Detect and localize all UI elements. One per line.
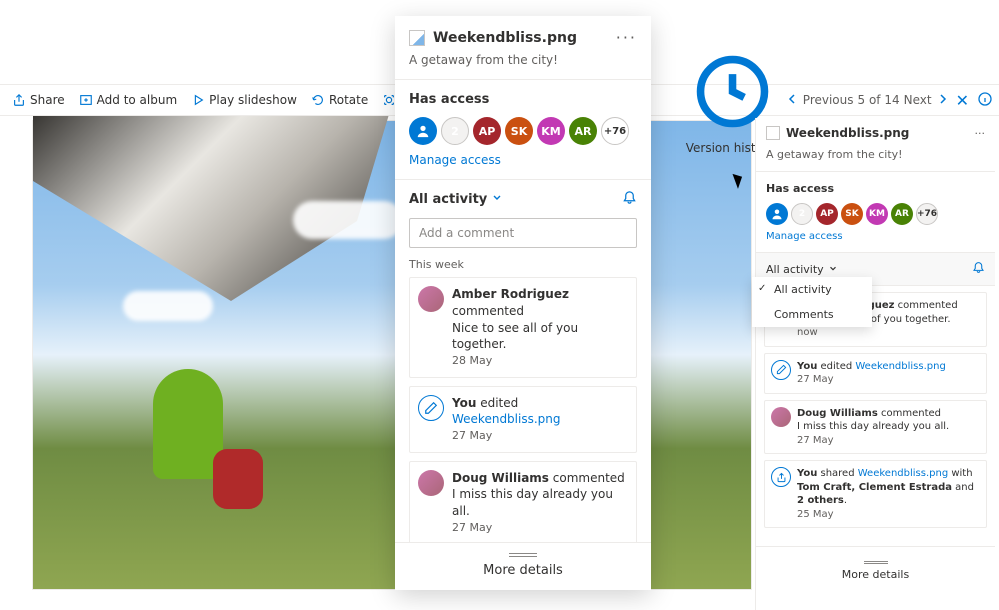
- add-album-label: Add to album: [97, 93, 178, 107]
- activity-filter-dropdown[interactable]: All activity: [766, 263, 838, 276]
- access-section: Has access 2APSKKMAR+76 Manage access: [395, 80, 651, 180]
- backpack-graphic: [213, 449, 263, 509]
- avatar[interactable]: KM: [866, 203, 888, 225]
- avatar[interactable]: SK: [841, 203, 863, 225]
- avatar[interactable]: AR: [569, 117, 597, 145]
- dropdown-item[interactable]: All activity: [752, 277, 872, 302]
- access-title: Has access: [409, 92, 637, 107]
- avatar[interactable]: [409, 117, 437, 145]
- slideshow-label: Play slideshow: [209, 93, 297, 107]
- activity-item[interactable]: You edited Weekendbliss.png27 May: [409, 386, 637, 453]
- pencil-icon: [418, 395, 444, 421]
- cloud-graphic: [293, 201, 403, 239]
- avatar[interactable]: AP: [473, 117, 501, 145]
- previous-label: Previous: [803, 93, 854, 107]
- dropdown-item[interactable]: Comments: [752, 302, 872, 327]
- activity-body: You edited Weekendbliss.png27 May: [452, 395, 628, 444]
- more-menu-button[interactable]: ···: [975, 127, 986, 140]
- add-to-album-button[interactable]: Add to album: [73, 84, 184, 116]
- details-panel-large: Weekendbliss.png ··· A getaway from the …: [395, 16, 651, 590]
- more-details-button[interactable]: More details: [395, 542, 651, 590]
- cursor-icon: [735, 172, 747, 190]
- activity-item[interactable]: You edited Weekendbliss.png27 May: [764, 353, 987, 394]
- file-name: Weekendbliss.png: [433, 30, 608, 46]
- activity-body: You shared Weekendbliss.png with Tom Cra…: [797, 467, 980, 521]
- avatar[interactable]: [766, 203, 788, 225]
- activity-item[interactable]: You shared Weekendbliss.png with Tom Cra…: [764, 460, 987, 528]
- activity-group-label: This week: [395, 258, 651, 277]
- file-icon: [766, 126, 780, 140]
- activity-item[interactable]: Doug Williams commentedI miss this day a…: [409, 461, 637, 542]
- activity-body: Amber Rodriguez commentedNice to see all…: [452, 286, 628, 369]
- comment-input[interactable]: Add a comment: [409, 218, 637, 248]
- counter-label: 5 of 14: [858, 93, 900, 107]
- pencil-icon: [771, 360, 791, 380]
- avatar: [418, 470, 444, 496]
- access-title: Has access: [766, 182, 985, 195]
- notifications-button[interactable]: [972, 261, 985, 277]
- filter-dropdown-menu: All activityComments: [752, 277, 872, 327]
- info-button[interactable]: [977, 91, 993, 110]
- next-button[interactable]: [936, 93, 948, 108]
- manage-access-link[interactable]: Manage access: [409, 153, 501, 167]
- next-label: Next: [904, 93, 932, 107]
- share-button[interactable]: Share: [6, 84, 71, 116]
- more-label: More details: [483, 563, 563, 578]
- avatar: [418, 286, 444, 312]
- access-avatars: 2APSKKMAR+76: [766, 203, 985, 225]
- file-icon: [409, 30, 425, 46]
- file-description: A getaway from the city!: [756, 148, 995, 172]
- file-name: Weekendbliss.png: [786, 126, 909, 140]
- access-section: Has access 2APSKKMAR+76 Manage access: [756, 172, 995, 253]
- manage-access-link[interactable]: Manage access: [766, 231, 843, 242]
- chevron-down-icon: [491, 191, 503, 207]
- more-menu-button[interactable]: ···: [616, 28, 637, 47]
- filter-label: All activity: [766, 263, 824, 276]
- avatar-overflow[interactable]: +76: [916, 203, 938, 225]
- avatar-overflow[interactable]: +76: [601, 117, 629, 145]
- play-slideshow-button[interactable]: Play slideshow: [185, 84, 303, 116]
- activity-body: Doug Williams commentedI miss this day a…: [797, 407, 949, 448]
- avatar[interactable]: AP: [816, 203, 838, 225]
- rotate-button[interactable]: Rotate: [305, 84, 374, 116]
- activity-list: Amber Rodriguez commentedNice to see all…: [395, 277, 651, 542]
- filter-label: All activity: [409, 192, 487, 207]
- previous-button[interactable]: [787, 93, 799, 108]
- avatar[interactable]: 2: [441, 117, 469, 145]
- avatar[interactable]: 2: [791, 203, 813, 225]
- activity-filter-row: All activity All activityComments: [756, 253, 995, 286]
- details-panel-small: Weekendbliss.png ··· A getaway from the …: [755, 118, 995, 610]
- drag-handle-icon: [864, 561, 888, 564]
- activity-body: You edited Weekendbliss.png27 May: [797, 360, 946, 387]
- access-avatars: 2APSKKMAR+76: [409, 117, 637, 145]
- activity-filter-dropdown[interactable]: All activity: [409, 191, 503, 207]
- file-description: A getaway from the city!: [395, 53, 651, 80]
- avatar[interactable]: SK: [505, 117, 533, 145]
- activity-filter-row: All activity: [395, 180, 651, 218]
- activity-body: Doug Williams commentedI miss this day a…: [452, 470, 628, 536]
- notifications-button[interactable]: [622, 190, 637, 208]
- avatar[interactable]: KM: [537, 117, 565, 145]
- avatar: [771, 407, 791, 427]
- activity-item[interactable]: Doug Williams commentedI miss this day a…: [764, 400, 987, 455]
- activity-item[interactable]: Amber Rodriguez commentedNice to see all…: [409, 277, 637, 378]
- close-button[interactable]: ✕: [952, 91, 973, 110]
- rotate-label: Rotate: [329, 93, 368, 107]
- more-label: More details: [842, 568, 909, 581]
- more-details-button[interactable]: More details: [756, 546, 995, 581]
- chevron-down-icon: [828, 263, 838, 276]
- drag-handle-icon: [509, 553, 537, 557]
- share-icon: [771, 467, 791, 487]
- avatar[interactable]: AR: [891, 203, 913, 225]
- cloud-graphic: [123, 291, 213, 321]
- share-label: Share: [30, 93, 65, 107]
